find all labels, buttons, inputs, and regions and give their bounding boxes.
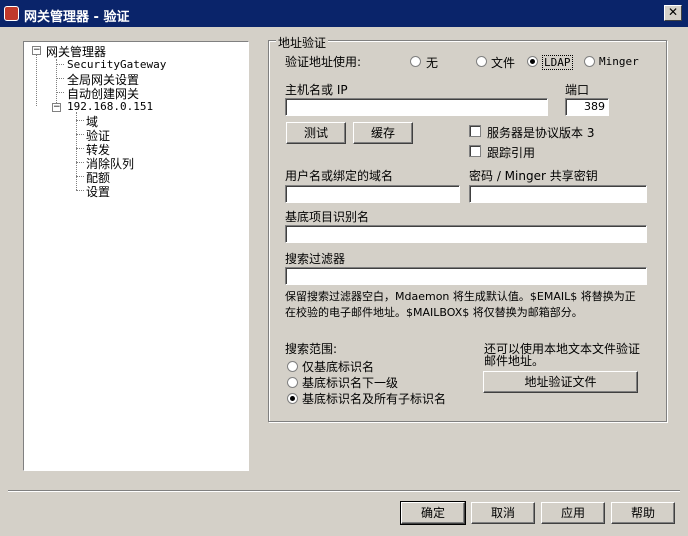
scope-subtree-radio[interactable] [287, 393, 298, 404]
port-input[interactable]: 389 [565, 98, 609, 116]
scope-subtree-label: 基底标识名及所有子标识名 [302, 392, 447, 406]
help-button[interactable]: 帮助 [611, 502, 675, 524]
follow-referral-label: 跟踪引用 [487, 146, 536, 160]
scope-base-only-radio[interactable] [287, 361, 298, 372]
address-verify-file-button[interactable]: 地址验证文件 [483, 371, 638, 393]
radio-ldap[interactable] [527, 56, 538, 67]
close-button[interactable]: ✕ [664, 5, 682, 21]
host-label: 主机名或 IP [285, 83, 348, 97]
verify-method-label: 验证地址使用: [285, 55, 362, 69]
base-dn-label: 基底项目识别名 [285, 210, 370, 224]
search-filter-input[interactable] [285, 267, 647, 285]
group-title: 地址验证 [276, 34, 329, 51]
cache-button[interactable]: 缓存 [353, 122, 413, 144]
scope-one-level-radio[interactable] [287, 377, 298, 388]
test-button[interactable]: 测试 [286, 122, 346, 144]
collapse-root-icon[interactable]: − [32, 46, 41, 55]
port-label: 端口 [565, 83, 590, 97]
filter-help-line-1: 保留搜索过滤器空白，Mdaemon 将生成默认值。$EMAIL$ 将替换为正 [285, 290, 636, 303]
text-file-note-2: 邮件地址。 [484, 354, 545, 368]
ok-button[interactable]: 确定 [400, 501, 466, 525]
search-scope-label: 搜索范围: [285, 342, 338, 356]
app-icon [4, 6, 19, 21]
user-label: 用户名或绑定的域名 [285, 169, 394, 183]
collapse-ip-icon[interactable]: − [52, 103, 61, 112]
radio-file-label: 文件 [491, 56, 516, 70]
title-bar: 网关管理器 - 验证 ✕ [0, 0, 688, 27]
protocol-v3-label: 服务器是协议版本 3 [487, 126, 595, 140]
scope-one-level-label: 基底标识名下一级 [302, 376, 399, 390]
protocol-v3-checkbox[interactable] [469, 125, 481, 137]
radio-ldap-label: LDAP [542, 55, 573, 70]
scope-base-only-label: 仅基底标识名 [302, 360, 375, 374]
radio-file[interactable] [476, 56, 487, 67]
follow-referral-checkbox[interactable] [469, 145, 481, 157]
radio-minger[interactable] [584, 56, 595, 67]
user-input[interactable] [285, 185, 460, 203]
host-input[interactable] [285, 98, 548, 116]
filter-help-line-2: 在校验的电子邮件地址。$MAILBOX$ 将仅替换为邮箱部分。 [285, 306, 583, 319]
cancel-button[interactable]: 取消 [471, 502, 535, 524]
password-input[interactable] [469, 185, 647, 203]
filter-help-text: 保留搜索过滤器空白，Mdaemon 将生成默认值。$EMAIL$ 将替换为正 在… [285, 289, 650, 321]
tree-item-securitygateway[interactable]: SecurityGateway [67, 58, 166, 71]
tree-item-ip[interactable]: 192.168.0.151 [67, 100, 153, 113]
navigation-tree[interactable]: − 网关管理器 SecurityGateway 全局网关设置 自动创建网关 − … [23, 41, 249, 471]
search-filter-label: 搜索过滤器 [285, 252, 346, 266]
tree-item-settings[interactable]: 设置 [86, 183, 110, 200]
apply-button[interactable]: 应用 [541, 502, 605, 524]
base-dn-input[interactable] [285, 225, 647, 243]
window-title: 网关管理器 - 验证 [24, 10, 130, 25]
radio-none-label: 无 [426, 56, 439, 70]
radio-minger-label: Minger [599, 55, 639, 68]
footer-separator [8, 490, 680, 492]
password-label: 密码 / Minger 共享密钥 [469, 169, 598, 183]
radio-none[interactable] [410, 56, 421, 67]
